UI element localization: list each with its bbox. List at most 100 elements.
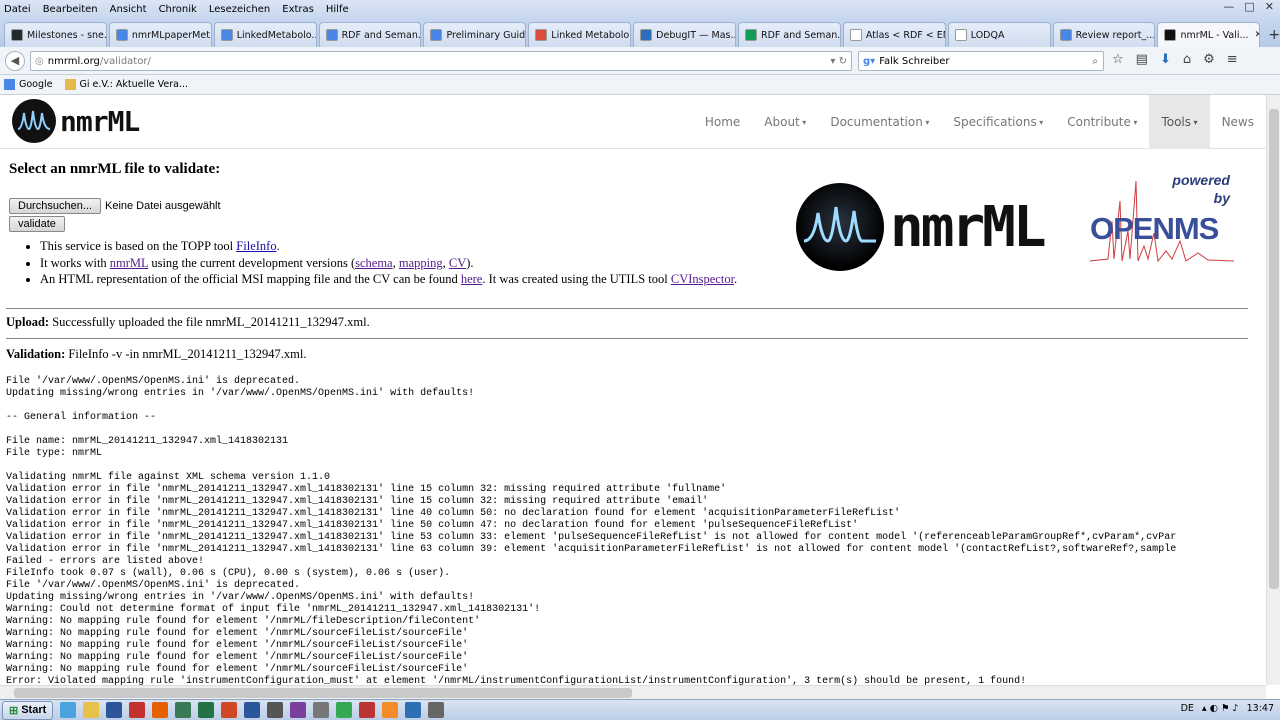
taskbar-app-icon[interactable] (198, 702, 215, 718)
nav-specifications[interactable]: Specifications ▾ (941, 95, 1055, 149)
note-text: An HTML representation of the official M… (40, 272, 461, 286)
nav-documentation[interactable]: Documentation ▾ (818, 95, 941, 149)
scrollbar-thumb[interactable] (1269, 109, 1279, 589)
validate-button[interactable]: validate (9, 216, 65, 232)
maximize-icon[interactable]: □ (1244, 0, 1254, 13)
browser-tab[interactable]: Milestones - sne... (4, 22, 107, 47)
cvinspector-link[interactable]: CVInspector (671, 272, 734, 286)
menu-item-bearbeiten[interactable]: Bearbeiten (43, 4, 98, 15)
taskbar-app-icon[interactable] (152, 702, 169, 718)
browser-tab[interactable]: nmrML - Vali... ✕ (1157, 22, 1261, 47)
nav-about[interactable]: About ▾ (752, 95, 818, 149)
browse-button[interactable]: Durchsuchen... (9, 198, 101, 214)
menu-item-datei[interactable]: Datei (4, 4, 31, 15)
menu-icon[interactable]: ≡ (1227, 52, 1238, 67)
taskbar-app-icon[interactable] (405, 702, 422, 718)
nav-home[interactable]: Home (693, 95, 752, 149)
nav-contribute[interactable]: Contribute ▾ (1055, 95, 1149, 149)
nav-label: Contribute (1067, 115, 1131, 129)
close-icon[interactable]: ✕ (1265, 0, 1274, 13)
taskbar-app-icon[interactable] (267, 702, 284, 718)
bookmarks-list-icon[interactable]: ▤ (1136, 52, 1148, 67)
home-icon[interactable]: ⌂ (1183, 52, 1191, 67)
schema-link[interactable]: schema (355, 256, 392, 270)
log-line: Validation error in file 'nmrML_20141211… (6, 495, 709, 507)
mapping-link[interactable]: mapping (399, 256, 443, 270)
taskbar-app-icon[interactable] (382, 702, 399, 718)
start-button[interactable]: ⊞ Start (2, 700, 54, 720)
log-line: Warning: Could not determine format of i… (6, 603, 541, 615)
nmrml-link[interactable]: nmrML (110, 256, 148, 270)
site-logo-text: nmrML (60, 104, 140, 138)
browser-tab[interactable]: nmrMLpaperMet... (108, 22, 212, 47)
search-input[interactable]: Falk Schreiber (879, 56, 949, 67)
taskbar-app-icon[interactable] (83, 702, 100, 718)
minimize-icon[interactable]: — (1223, 0, 1234, 13)
taskbar-app-icon[interactable] (221, 702, 238, 718)
log-line: Failed - errors are listed above! (6, 555, 205, 567)
bookmark-icon (4, 79, 15, 90)
fileinfo-link[interactable]: FileInfo (236, 239, 276, 253)
menu-item-hilfe[interactable]: Hilfe (326, 4, 349, 15)
close-tab-icon[interactable]: ✕ (1255, 30, 1260, 40)
nmrml-banner-logo: nmrML (796, 183, 1047, 271)
nav-tools[interactable]: Tools ▾ (1149, 95, 1210, 149)
search-icon[interactable]: ⌕ (1092, 56, 1098, 67)
bookmarks-toolbar: Google Gi e.V.: Aktuelle Vera... (0, 75, 1280, 95)
tab-favicon-icon (1164, 29, 1177, 41)
here-link[interactable]: here (461, 272, 483, 286)
menu-item-extras[interactable]: Extras (282, 4, 314, 15)
scrollbar-thumb[interactable] (14, 688, 632, 698)
new-tab-icon[interactable]: + (1268, 27, 1280, 43)
menu-item-ansicht[interactable]: Ansicht (110, 4, 147, 15)
browser-tab[interactable]: Review report_... (1052, 22, 1156, 47)
file-picker: Durchsuchen... Keine Datei ausgewählt (6, 198, 1248, 214)
taskbar-app-icon[interactable] (129, 702, 146, 718)
note-text: . (734, 272, 738, 286)
os-taskbar: ⊞ Start DE ▴ ◐ ⚑ ♪ 13:47 (0, 699, 1280, 720)
browser-tab[interactable]: Preliminary Guid... (423, 22, 527, 47)
log-line: File name: nmrML_20141211_132947.xml_141… (6, 435, 289, 447)
back-button[interactable]: ◀ (5, 50, 25, 71)
browser-tab[interactable]: RDF and Seman... (738, 22, 841, 47)
menu-item-lesezeichen[interactable]: Lesezeichen (209, 4, 270, 15)
taskbar-app-icon[interactable] (428, 702, 445, 718)
taskbar-app-icon[interactable] (290, 702, 307, 718)
browser-tab[interactable]: Linked Metabolo... (528, 22, 632, 47)
vertical-scrollbar[interactable] (1266, 95, 1280, 685)
addon-icon[interactable]: ⚙ (1203, 52, 1215, 67)
menu-item-chronik[interactable]: Chronik (159, 4, 197, 15)
taskbar-app-icon[interactable] (336, 702, 353, 718)
tray-icons: ▴ ◐ ⚑ ♪ (1201, 703, 1239, 714)
taskbar-app-icon[interactable] (60, 702, 77, 718)
url-bar[interactable]: ◎ nmrml.org/validator/ ▾ ↻ (30, 51, 852, 71)
taskbar-app-icon[interactable] (175, 702, 192, 718)
search-bar[interactable]: g▾ Falk Schreiber ⌕ (858, 51, 1104, 71)
nav-news[interactable]: News (1210, 95, 1266, 149)
cv-link[interactable]: CV (449, 256, 466, 270)
browser-tab[interactable]: Atlas < RDF < EMBL... (842, 22, 946, 47)
taskbar-app-icon[interactable] (313, 702, 330, 718)
horizontal-scrollbar[interactable] (0, 685, 1266, 699)
site-logo[interactable]: nmrML (12, 99, 140, 143)
tab-label: Atlas < RDF < EMBL... (865, 29, 945, 41)
browser-tab[interactable]: DebugIT — Mas... (633, 22, 737, 47)
nav-label: Tools (1161, 115, 1191, 129)
bookmark-item[interactable]: Gi e.V.: Aktuelle Vera... (64, 79, 188, 90)
download-icon[interactable]: ⬇ (1160, 52, 1171, 67)
bookmark-item[interactable]: Google (4, 79, 53, 90)
browser-tab[interactable]: LinkedMetabolo... (213, 22, 317, 47)
taskbar-app-icon[interactable] (359, 702, 376, 718)
search-engine-icon[interactable]: g▾ (863, 56, 875, 67)
browser-tab[interactable]: RDF and Seman... (318, 22, 422, 47)
log-line: -- General information -- (6, 411, 157, 423)
browser-tab[interactable]: LODQA (947, 22, 1051, 47)
reload-icon[interactable]: ▾ ↻ (830, 56, 847, 67)
taskbar-app-icon[interactable] (106, 702, 123, 718)
taskbar-app-icon[interactable] (244, 702, 261, 718)
language-indicator[interactable]: DE (1181, 703, 1194, 714)
list-item: It works with nmrML using the current de… (40, 255, 1248, 272)
bookmark-star-icon[interactable]: ☆ (1112, 52, 1124, 67)
tab-favicon-icon (535, 29, 548, 41)
